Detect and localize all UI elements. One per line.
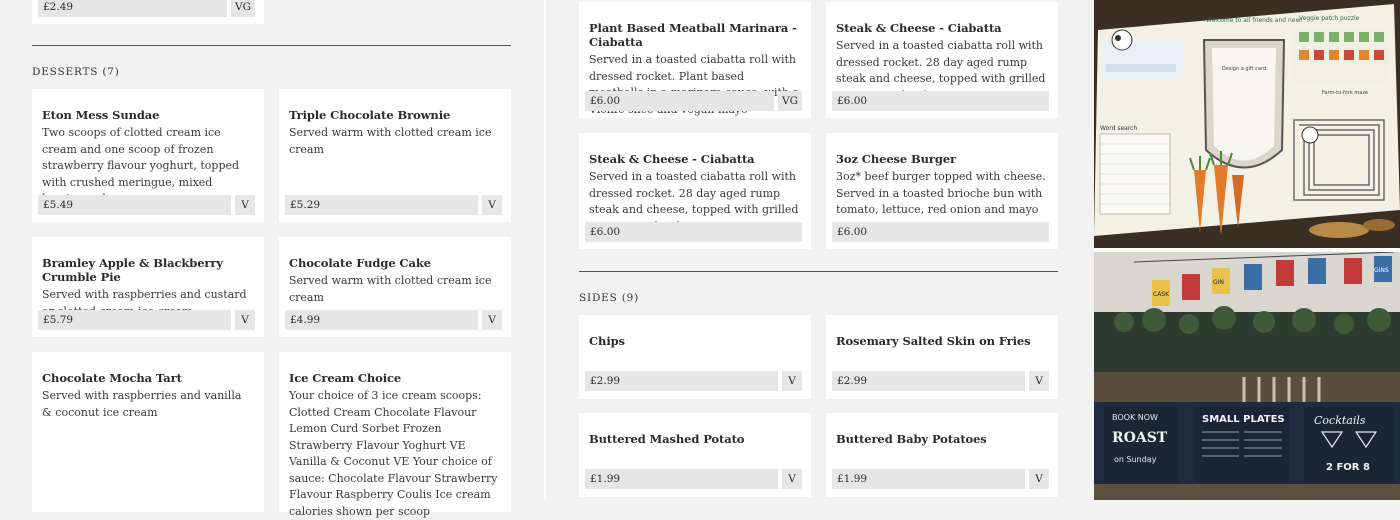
item-name: Chips xyxy=(589,334,625,348)
menu-item-card[interactable]: £2.49 VG xyxy=(32,0,264,24)
item-name: Buttered Baby Potatoes xyxy=(836,432,987,446)
item-price: £1.99 xyxy=(585,469,778,489)
menu-item-card[interactable]: 3oz Cheese Burger 3oz* beef burger toppe… xyxy=(826,133,1058,249)
chalkboard-text: Cocktails xyxy=(1314,414,1366,427)
menu-item-card[interactable]: Chocolate Mocha Tart Served with raspber… xyxy=(32,352,264,512)
item-price: £6.00 xyxy=(832,222,1049,242)
section-title-sides: SIDES (9) xyxy=(579,292,640,304)
item-price: £5.29 xyxy=(285,195,478,215)
chalkboard-text: ROAST xyxy=(1112,430,1168,446)
item-description: Your choice of 3 ice cream scoops: Clott… xyxy=(289,389,498,518)
menu-item-card[interactable]: Chips £2.99 V xyxy=(579,315,811,399)
item-name: 3oz Cheese Burger xyxy=(836,152,957,166)
menu-item-card[interactable]: Bramley Apple & Blackberry Crumble Pie S… xyxy=(32,237,264,337)
item-name: Buttered Mashed Potato xyxy=(589,432,745,446)
item-name: Steak & Cheese - Ciabatta xyxy=(589,152,755,166)
menu-item-card[interactable]: Buttered Baby Potatoes £1.99 V xyxy=(826,413,1058,497)
diet-badge: V xyxy=(782,469,802,489)
flag-label: GINS xyxy=(1374,267,1389,274)
diet-badge: V xyxy=(782,371,802,391)
kids-activity-sheet-photo: Design a gift card Welcome to all friend… xyxy=(1094,0,1400,248)
item-price: £2.49 xyxy=(38,0,227,17)
veggie-patch-title: Veggie patch puzzle xyxy=(1299,15,1360,22)
item-price: £2.99 xyxy=(832,371,1025,391)
item-price: £2.99 xyxy=(585,371,778,391)
section-divider xyxy=(32,45,511,46)
word-search-title: Word search xyxy=(1100,125,1137,132)
diet-badge: V xyxy=(482,310,502,330)
menu-item-card[interactable]: Plant Based Meatball Marinara - Ciabatta… xyxy=(579,2,811,118)
section-title-desserts: DESSERTS (7) xyxy=(32,66,120,78)
chalkboard-text: 2 FOR 8 xyxy=(1326,462,1370,473)
menu-item-card[interactable]: Chocolate Fudge Cake Served warm with cl… xyxy=(279,237,511,337)
item-price: £6.00 xyxy=(585,91,774,111)
item-description: 3oz* beef burger topped with cheese. Ser… xyxy=(836,170,1046,216)
item-price: £1.99 xyxy=(832,469,1025,489)
pub-bar-illustration: CASK GIN GINS BOOK NOW ROAST on Sunday S… xyxy=(1094,252,1400,500)
chalkboard-text: BOOK NOW xyxy=(1112,413,1158,422)
diet-badge: V xyxy=(235,310,255,330)
item-name: Ice Cream Choice xyxy=(289,371,402,385)
activity-sheet-illustration: Design a gift card Welcome to all friend… xyxy=(1094,0,1400,248)
item-name: Eton Mess Sundae xyxy=(42,108,160,122)
chalkboard-text: on Sunday xyxy=(1114,455,1157,464)
menu-item-card[interactable]: Buttered Mashed Potato £1.99 V xyxy=(579,413,811,497)
item-description: Served warm with clotted cream ice cream xyxy=(289,126,492,156)
item-price: £5.49 xyxy=(38,195,231,215)
item-name: Plant Based Meatball Marinara - Ciabatta xyxy=(589,21,797,49)
menu-item-card[interactable]: Eton Mess Sundae Two scoops of clotted c… xyxy=(32,89,264,222)
flag-label: GIN xyxy=(1213,279,1224,286)
item-name: Chocolate Fudge Cake xyxy=(289,256,431,270)
item-name: Chocolate Mocha Tart xyxy=(42,371,182,385)
welcome-text: Welcome to all friends and new! xyxy=(1206,17,1303,24)
item-price: £6.00 xyxy=(832,91,1049,111)
design-label: Design a gift card xyxy=(1222,66,1266,72)
item-price: £6.00 xyxy=(585,222,802,242)
diet-badge: VG xyxy=(778,91,802,111)
sandwiches-sides-column: Plant Based Meatball Marinara - Ciabatta… xyxy=(546,0,1094,500)
item-name: Steak & Cheese - Ciabatta xyxy=(836,21,1002,35)
menu-item-card[interactable]: Steak & Cheese - Ciabatta Served in a to… xyxy=(826,2,1058,118)
item-description: Served with raspberries and vanilla & co… xyxy=(42,389,242,419)
diet-badge: V xyxy=(1029,371,1049,391)
item-price: £4.99 xyxy=(285,310,478,330)
menu-item-card[interactable]: Triple Chocolate Brownie Served warm wit… xyxy=(279,89,511,222)
chalkboard-text: SMALL PLATES xyxy=(1202,414,1285,425)
item-name: Rosemary Salted Skin on Fries xyxy=(836,334,1031,348)
pub-bar-photo: CASK GIN GINS BOOK NOW ROAST on Sunday S… xyxy=(1094,252,1400,500)
flag-label: CASK xyxy=(1153,291,1170,298)
diet-badge: V xyxy=(1029,469,1049,489)
desserts-column: £2.49 VG DESSERTS (7) Eton Mess Sundae T… xyxy=(0,0,544,518)
item-description: Served warm with clotted cream ice cream xyxy=(289,274,492,304)
diet-badge: V xyxy=(235,195,255,215)
item-name: Triple Chocolate Brownie xyxy=(289,108,451,122)
item-name: Bramley Apple & Blackberry Crumble Pie xyxy=(42,256,223,284)
section-divider xyxy=(579,271,1058,272)
diet-badge: VG xyxy=(231,0,255,17)
diet-badge: V xyxy=(482,195,502,215)
menu-item-card[interactable]: Steak & Cheese - Ciabatta Served in a to… xyxy=(579,133,811,249)
maze-title: Farm-to-fork maze xyxy=(1322,90,1368,96)
menu-item-card[interactable]: Rosemary Salted Skin on Fries £2.99 V xyxy=(826,315,1058,399)
menu-item-card[interactable]: Ice Cream Choice Your choice of 3 ice cr… xyxy=(279,352,511,518)
item-price: £5.79 xyxy=(38,310,231,330)
photo-column: Design a gift card Welcome to all friend… xyxy=(1094,0,1400,500)
